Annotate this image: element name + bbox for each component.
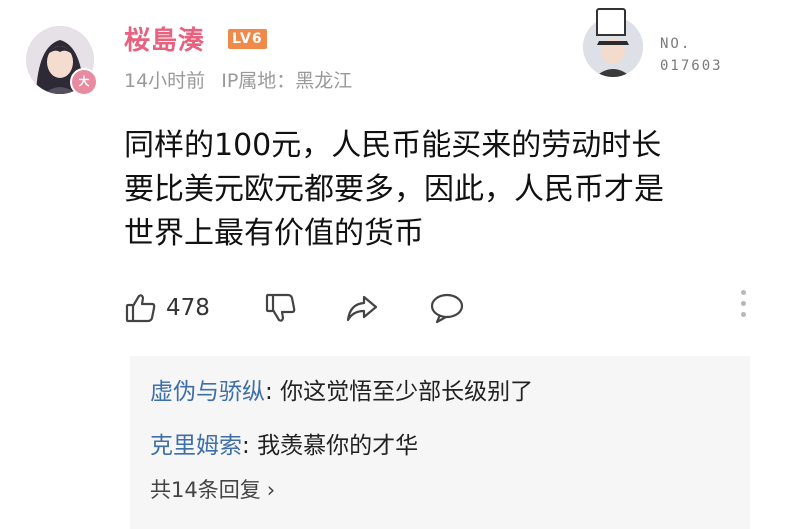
comment-content: 同样的100元，人民币能买来的劳动时长 要比美元欧元都要多，因此，人民币才是 世… [124, 124, 764, 256]
username[interactable]: 桜島湊 [124, 20, 205, 57]
reply-text: 你这觉悟至少部长级别了 [280, 379, 534, 405]
chevron-right-icon: › [266, 478, 276, 502]
reply-text: 我羡慕你的才华 [257, 433, 419, 459]
comment-card: 大 桜島湊 LV6 14小时前 IP属地：黑龙江 NO. 017603 同样的1… [0, 0, 800, 529]
more-icon[interactable] [738, 290, 748, 326]
reply-item[interactable]: 虚伪与骄纵: 你这觉悟至少部长级别了 [150, 372, 533, 406]
reply-author[interactable]: 虚伪与骄纵 [150, 379, 265, 405]
comment-icon [428, 291, 466, 325]
like-count: 478 [166, 295, 210, 321]
comment-content-line: 同样的100元，人民币能买来的劳动时长 [124, 128, 662, 163]
level-badge: LV6 [228, 29, 267, 49]
fan-card-number: 017603 [660, 58, 723, 74]
reply-author[interactable]: 克里姆索 [150, 433, 242, 459]
share-button[interactable] [344, 286, 380, 330]
reply-button[interactable] [428, 286, 466, 330]
like-button[interactable]: 478 [124, 286, 210, 330]
comment-content-line: 要比美元欧元都要多，因此，人民币才是 [124, 172, 664, 207]
action-bar: 478 [124, 286, 764, 330]
fan-card-label: NO. [660, 36, 692, 52]
comment-time: 14小时前 [124, 70, 206, 92]
reply-separator: : [242, 433, 258, 459]
reply-separator: : [265, 379, 281, 405]
share-icon [344, 291, 380, 325]
comment-content-line: 世界上最有价值的货币 [124, 216, 424, 251]
reply-list: 虚伪与骄纵: 你这觉悟至少部长级别了 克里姆索: 我羡慕你的才华 共14条回复 › [130, 356, 750, 529]
reply-item[interactable]: 克里姆索: 我羡慕你的才华 [150, 426, 418, 460]
view-all-replies-link[interactable]: 共14条回复 › [150, 474, 275, 504]
dislike-button[interactable] [264, 286, 298, 330]
thumbs-down-icon [264, 291, 298, 325]
fan-card-hat-icon [596, 8, 626, 36]
avatar-badge: 大 [70, 68, 98, 96]
ip-location: IP属地：黑龙江 [221, 70, 353, 92]
comment-meta: 14小时前 IP属地：黑龙江 [124, 66, 352, 93]
reply-total-label: 共14条回复 [150, 478, 261, 502]
thumbs-up-icon [124, 291, 158, 325]
